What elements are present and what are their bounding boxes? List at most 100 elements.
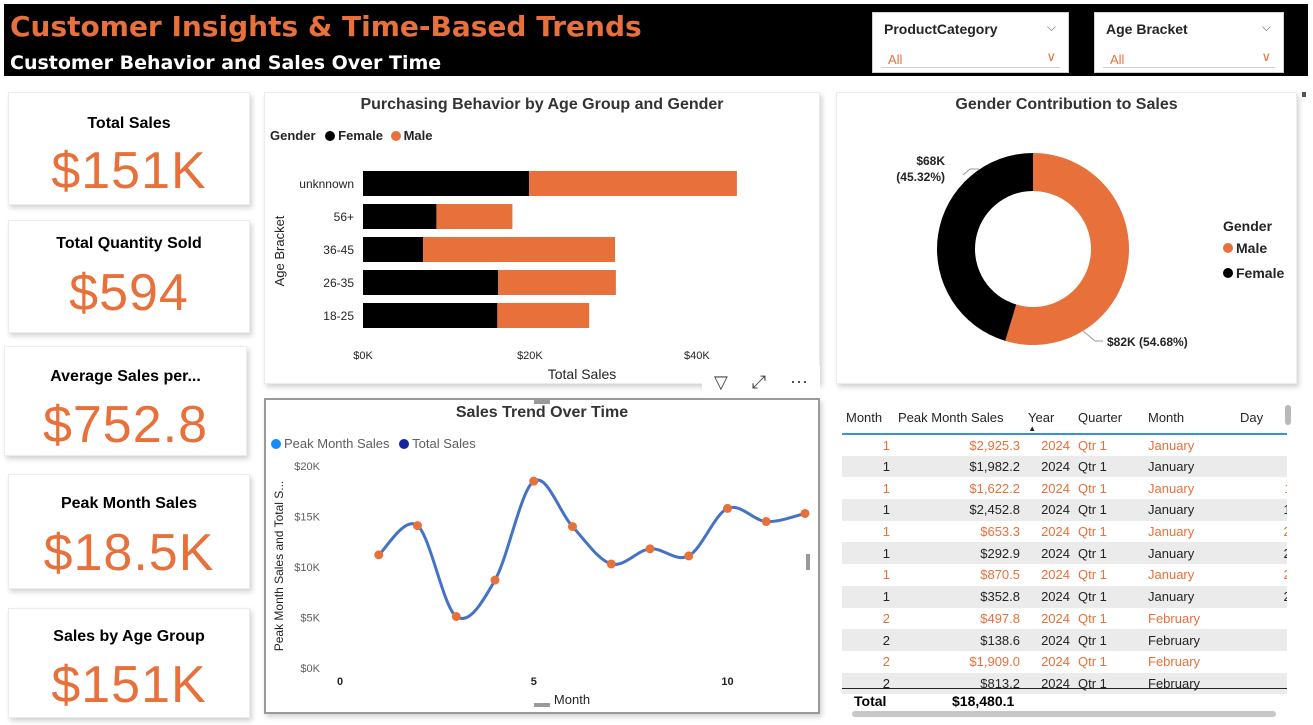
column-header-label: Year <box>1028 410 1055 425</box>
table-row[interactable]: 1$2,925.32024Qtr 1January1 <box>842 434 1287 456</box>
data-point-marker[interactable] <box>645 544 655 554</box>
data-point-marker[interactable] <box>490 575 500 585</box>
cell-day: 27 <box>1236 564 1287 586</box>
chevron-up-icon[interactable]: ⌵ <box>1262 20 1271 35</box>
cell-quarter: Qtr 1 <box>1074 650 1144 673</box>
legend-dot-icon <box>1223 268 1233 278</box>
slicer-title: ProductCategory <box>884 21 998 37</box>
table-row[interactable]: 1$292.92024Qtr 1January24 <box>842 542 1287 565</box>
table-row[interactable]: 1$1,982.22024Qtr 1January2 <box>842 455 1287 478</box>
cell-peak-month-sales: $138.6 <box>894 629 1024 651</box>
kpi-card-total-quantity[interactable]: Total Quantity Sold $594 <box>8 220 250 333</box>
table-row[interactable]: 2$138.62024Qtr 1February2 <box>842 629 1287 651</box>
more-options-icon[interactable]: ⋯ <box>790 372 808 393</box>
line-chart-plot: $20K $15K $10K $5K $0K 0 5 10 Month Peak Month Sa… <box>272 400 810 707</box>
column-header-peak-month-sales[interactable]: Peak Month Sales <box>894 402 1024 434</box>
kpi-card-sales-by-age-group[interactable]: Sales by Age Group $151K <box>8 608 250 718</box>
bar-segment-male[interactable] <box>423 237 616 262</box>
donut-chart-visual[interactable]: Gender Contribution to Sales $68K (45.32%… <box>836 92 1297 384</box>
kpi-card-total-sales[interactable]: Total Sales $151K <box>8 92 250 205</box>
data-point-marker[interactable] <box>529 476 539 486</box>
cell-peak-month-sales: $497.8 <box>894 607 1024 630</box>
kpi-card-peak-month-sales[interactable]: Peak Month Sales $18.5K <box>8 474 250 589</box>
cell-month: 2 <box>842 629 894 651</box>
bar-category-label: 56+ <box>334 210 354 224</box>
chevron-up-icon[interactable]: ⌵ <box>1047 20 1056 35</box>
bar-segment-female[interactable] <box>363 237 424 262</box>
cell-peak-month-sales: $2,452.8 <box>894 499 1024 521</box>
column-header-year[interactable]: Year ▲ <box>1024 402 1074 434</box>
page-subtitle: Customer Behavior and Sales Over Time <box>10 52 442 74</box>
cell-peak-month-sales: $292.9 <box>894 542 1024 565</box>
female-value-label: $68K <box>916 154 945 168</box>
table-row[interactable]: 1$352.82024Qtr 1January29 <box>842 585 1287 608</box>
kpi-label: Total Sales <box>87 115 171 132</box>
leader-line <box>1082 330 1103 342</box>
data-point-marker[interactable] <box>568 522 577 532</box>
bar-segment-female[interactable] <box>363 171 530 196</box>
table-row[interactable]: 2$497.82024Qtr 1February1 <box>842 607 1287 630</box>
cell-quarter: Qtr 1 <box>1074 607 1144 630</box>
bar-category-label: 36-45 <box>323 243 354 257</box>
data-point-marker[interactable] <box>451 611 461 621</box>
y-tick-label: $5K <box>300 613 320 625</box>
chevron-down-icon[interactable]: ∨ <box>1261 49 1271 65</box>
page-scroll-indicator[interactable] <box>1302 92 1306 97</box>
data-point-marker[interactable] <box>723 503 732 513</box>
column-header-month[interactable]: Month <box>842 402 894 434</box>
bar-segment-female[interactable] <box>363 204 437 229</box>
table-row[interactable]: 1$1,622.22024Qtr 1January11 <box>842 477 1287 500</box>
filter-icon[interactable]: ▽ <box>714 372 728 393</box>
bar-segment-female[interactable] <box>363 270 499 295</box>
data-point-marker[interactable] <box>684 551 694 561</box>
product-category-slicer[interactable]: ProductCategory ⌵ All ∨ <box>872 12 1069 73</box>
bar-segment-male[interactable] <box>436 204 513 229</box>
resize-handle[interactable] <box>534 703 550 707</box>
dashboard-page: Customer Insights & Time-Based Trends Cu… <box>0 0 1313 725</box>
cell-year: 2024 <box>1024 520 1074 543</box>
table-row[interactable]: 2$1,909.02024Qtr 1February4 <box>842 650 1287 673</box>
y-tick-label: $10K <box>294 562 320 574</box>
kpi-value: $752.8 <box>42 396 209 454</box>
cell-day: 29 <box>1236 585 1287 608</box>
chevron-down-icon[interactable]: ∨ <box>1046 49 1056 65</box>
bar-segment-male[interactable] <box>498 270 616 295</box>
sales-table[interactable]: Month Peak Month Sales Year ▲ Quarter Mon… <box>842 402 1287 718</box>
x-tick-label: $20K <box>517 350 543 362</box>
column-header-day[interactable]: Day <box>1236 402 1287 434</box>
bar-segment-male[interactable] <box>497 303 590 328</box>
legend-item[interactable]: Female <box>1236 265 1284 281</box>
bar-segment-male[interactable] <box>529 171 737 196</box>
resize-handle[interactable] <box>534 400 550 404</box>
bar-segment-female[interactable] <box>363 303 498 328</box>
legend-dot-icon <box>1223 243 1233 253</box>
kpi-card-average-sales[interactable]: Average Sales per... $752.8 <box>4 346 247 456</box>
total-sales-line[interactable] <box>377 478 806 620</box>
column-header-month-name[interactable]: Month <box>1144 402 1236 434</box>
resize-handle[interactable] <box>806 554 810 570</box>
data-point-marker[interactable] <box>606 559 616 569</box>
legend-item[interactable]: Male <box>1236 240 1267 256</box>
age-bracket-slicer[interactable]: Age Bracket ⌵ All ∨ <box>1094 12 1284 73</box>
total-label: Total <box>854 693 887 709</box>
data-point-marker[interactable] <box>800 508 810 518</box>
table-row[interactable]: 1$2,452.82024Qtr 1January14 <box>842 499 1287 521</box>
table-vertical-scrollbar[interactable] <box>1285 405 1291 425</box>
data-point-marker[interactable] <box>374 550 384 560</box>
table-row[interactable]: 1$870.52024Qtr 1January27 <box>842 564 1287 586</box>
bar-chart-visual[interactable]: Purchasing Behavior by Age Group and Gen… <box>264 92 820 384</box>
cell-month-name: January <box>1144 477 1236 500</box>
age-bracket-dropdown[interactable]: All ∨ <box>1103 46 1275 68</box>
cell-month-name: January <box>1144 455 1236 478</box>
kpi-value: $151K <box>51 656 207 714</box>
data-point-marker[interactable] <box>413 521 422 531</box>
data-point-marker[interactable] <box>761 517 771 527</box>
focus-mode-icon[interactable]: ⤢ <box>752 372 766 393</box>
column-header-quarter[interactable]: Quarter <box>1074 402 1144 434</box>
cell-day: 14 <box>1236 499 1287 521</box>
line-chart-visual[interactable]: Sales Trend Over Time Peak Month Sales T… <box>264 398 820 714</box>
table-row[interactable]: 1$653.32024Qtr 1January21 <box>842 520 1287 543</box>
table-horizontal-scrollbar[interactable] <box>852 711 1276 717</box>
cell-month: 1 <box>842 542 894 565</box>
product-category-dropdown[interactable]: All ∨ <box>881 46 1060 68</box>
